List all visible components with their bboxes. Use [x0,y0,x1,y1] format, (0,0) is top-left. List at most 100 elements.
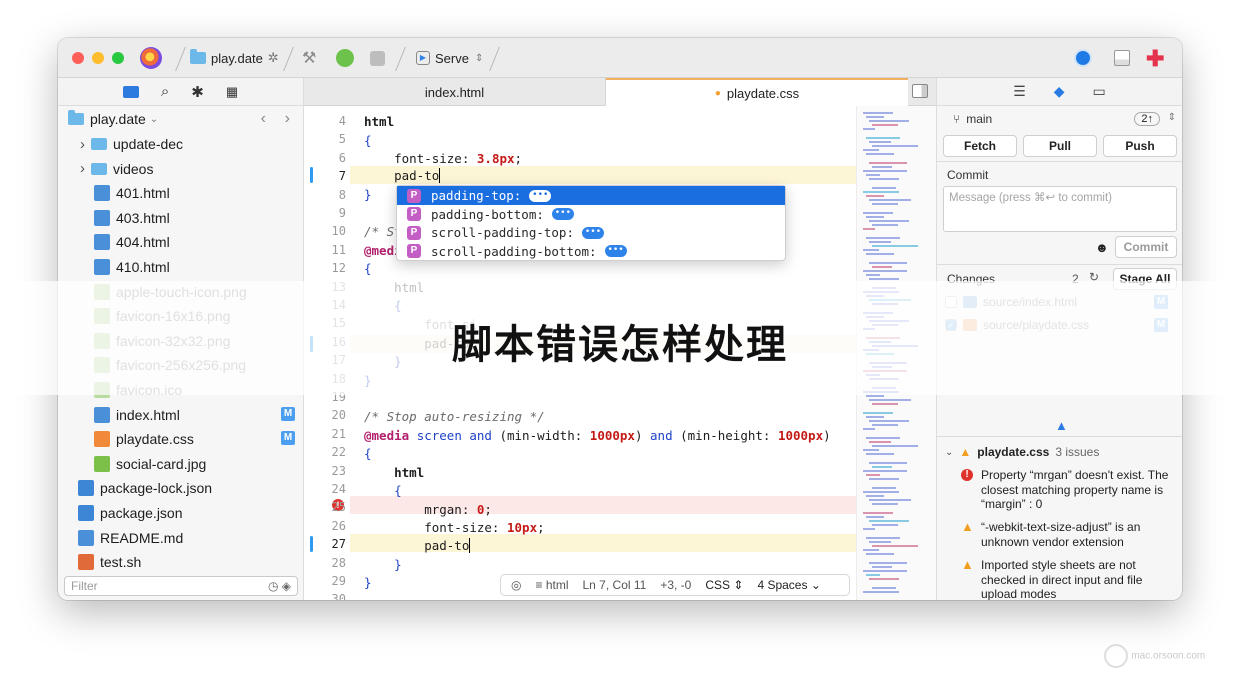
minimap-line [872,424,898,426]
grid-icon[interactable]: ▦ [226,84,238,100]
file-item[interactable]: social-card.jpg [58,452,304,476]
editor-status-bar: ◎ ≡ html Ln 7, Col 11 +3, -0 CSS ⇕ 4 Spa… [500,574,850,596]
minimap-line [872,224,898,226]
minimap-line [863,528,875,530]
autocomplete-label: padding-bottom: [431,206,544,222]
forward-icon[interactable]: › [285,110,290,128]
branch-selector[interactable]: ⑂ main [953,112,992,126]
project-name: play.date [211,50,263,66]
minimap-line [869,462,907,464]
minimap-line [866,237,900,239]
minimap-line [866,153,894,155]
minimize-window-button[interactable] [92,52,104,64]
serve-task-selector[interactable]: ▶ Serve ⇕ [416,38,483,78]
fetch-button[interactable]: Fetch [943,135,1017,157]
symbols-icon[interactable]: ✱ [191,83,204,101]
build-icon[interactable]: ⚒ [302,38,316,78]
project-selector[interactable]: play.date ✲ [190,38,279,78]
filter-input[interactable]: Filter ◷ ◈ [64,576,298,596]
file-item[interactable]: 404.html [58,230,304,254]
files-icon[interactable] [122,85,139,98]
autocomplete-label: scroll-padding-top: [431,225,574,240]
line-number: 27 [331,537,346,552]
push-button[interactable]: Push [1103,135,1177,157]
commit-message-input[interactable]: Message (press ⌘↩ to commit) [943,186,1177,232]
autocomplete-item[interactable]: Pscroll-padding-top: ••• [397,223,785,242]
tab-index-html[interactable]: index.html [304,78,606,106]
autocomplete-item[interactable]: Pscroll-padding-bottom: ••• [397,242,785,261]
line-number: 23 [331,463,346,478]
file-item[interactable]: package.json [58,501,304,525]
panel-icon[interactable]: ▭ [1093,83,1106,100]
preview-eye-icon[interactable] [1074,49,1092,67]
minimap-line [863,270,907,272]
file-item[interactable]: test.sh [58,550,304,574]
issues-file-header[interactable]: ⌄ ▲ playdate.css 3 issues [945,445,1099,459]
code-line: mrgan: 0; [364,502,492,517]
issues-icon[interactable]: ▲ [1055,418,1068,433]
html-file-icon [94,185,110,202]
more-icon[interactable]: ••• [604,245,627,257]
globe-icon[interactable]: ◎ [511,578,521,592]
issue-item[interactable]: ▲ Imported style sheets are not checked i… [961,558,1171,600]
source-control-icon[interactable]: ◆ [1054,83,1065,100]
indent-selector[interactable]: 4 Spaces ⌄ [757,578,820,592]
file-label: 401.html [116,185,170,202]
image-file-icon [94,455,110,472]
pull-button[interactable]: Pull [1023,135,1097,157]
issue-item[interactable]: ▲ “-webkit-text-size-adjust” is an unknow… [961,520,1171,549]
file-item[interactable]: › videos [58,157,304,181]
stop-button[interactable] [370,38,385,78]
line-number: 9 [338,206,346,220]
file-item[interactable]: 403.html [58,206,304,230]
commit-button[interactable]: Commit [1115,236,1177,258]
minimap-line [866,216,884,218]
commit-heading: Commit [947,168,989,182]
zoom-window-button[interactable] [112,52,124,64]
file-item[interactable]: › update-dec [58,132,304,156]
chevron-right-icon[interactable]: › [80,136,85,153]
warning-icon: ▲ [961,557,974,572]
autocomplete-label: padding-top: [431,188,522,203]
chevron-right-icon[interactable]: › [80,160,85,177]
issues-count: 3 issues [1055,445,1100,459]
minimap-line [872,466,892,468]
tab-playdate-css[interactable]: ● playdate.css [606,78,908,106]
file-item[interactable]: package-lock.json [58,476,304,500]
line-number: 4 [338,114,346,128]
more-icon[interactable]: ••• [529,189,552,202]
minimap-line [872,124,898,126]
file-item[interactable]: README.md [58,526,304,550]
search-icon[interactable]: ⌕ [161,83,169,100]
autocomplete-item[interactable]: Ppadding-bottom: ••• [397,205,785,224]
issue-item[interactable]: ! Property “mrgan” doesn't exist. The clo… [961,468,1171,512]
file-item[interactable]: index.html M [58,403,304,427]
file-item[interactable]: playdate.css M [58,427,304,451]
align-icon[interactable]: ☰ [1013,83,1026,100]
file-label: 410.html [116,259,170,275]
minimap-line [869,220,909,222]
scope-indicator[interactable]: ≡ html [535,578,568,592]
run-button[interactable] [336,38,354,78]
layout-icon[interactable] [1114,50,1130,66]
file-label: videos [113,160,154,177]
extensions-plus-icon[interactable]: ✚ [1146,46,1164,72]
minimap-line [863,449,879,451]
more-icon[interactable]: ••• [551,208,574,220]
property-icon: P [407,188,421,203]
minimap-line [866,174,880,176]
split-view-icon[interactable] [912,84,928,98]
filter-options-icon[interactable]: ◷ ◈ [268,577,291,595]
close-window-button[interactable] [72,52,84,64]
autocomplete-item[interactable]: Ppadding-top: ••• [397,186,785,205]
minimap-line [863,470,907,472]
chevron-updown-icon[interactable]: ⇕ [1168,112,1176,123]
project-root[interactable]: play.date ⌄ ‹ › [58,107,304,131]
minimap-line [863,491,899,493]
syntax-selector[interactable]: CSS ⇕ [705,578,743,592]
file-item[interactable]: 410.html [58,255,304,279]
more-icon[interactable]: ••• [582,226,604,239]
cursor-position[interactable]: Ln 7, Col 11 [583,578,647,592]
file-item[interactable]: 401.html [58,181,304,205]
back-icon[interactable]: ‹ [261,110,266,128]
